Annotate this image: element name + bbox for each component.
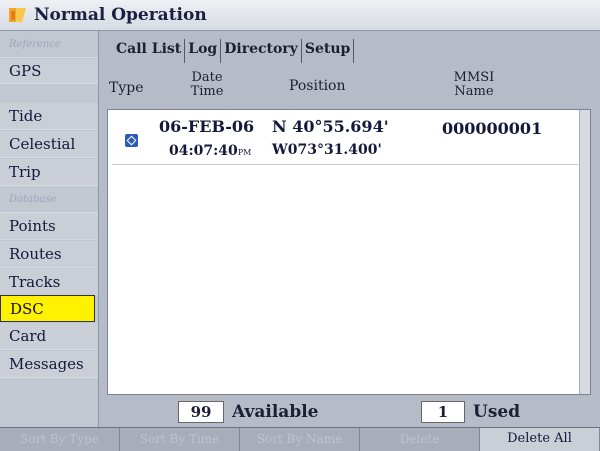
column-header-mmsi-name: MMSI Name — [444, 71, 504, 99]
position-latitude: N 40°55.694' — [272, 117, 389, 136]
tab-directory[interactable]: Directory — [221, 39, 302, 63]
column-header-date: Date — [191, 70, 223, 85]
sidebar-item-routes[interactable]: Routes — [0, 241, 98, 268]
column-header-name: Name — [454, 84, 494, 99]
sidebar-item-tracks[interactable]: Tracks — [0, 269, 98, 296]
dsc-call-icon — [125, 134, 138, 147]
sidebar-item-celestial[interactable]: Celestial — [0, 131, 98, 158]
available-count: 99 — [178, 401, 224, 423]
call-date: 06-FEB-06 — [159, 117, 255, 136]
column-header-position: Position — [289, 78, 346, 94]
column-header-type: Type — [109, 80, 144, 96]
title-bar: Normal Operation — [0, 0, 600, 31]
position-longitude: W073°31.400' — [272, 142, 382, 158]
column-header-date-time: Date Time — [177, 71, 237, 99]
call-list[interactable]: 06-FEB-06 04:07:40PM N 40°55.694' W073°3… — [107, 109, 591, 395]
sidebar-item-tide[interactable]: Tide — [0, 103, 98, 130]
tab-bar: Call List Log Directory Setup — [113, 39, 355, 63]
sidebar-item-dsc[interactable]: DSC — [0, 295, 95, 322]
used-count: 1 — [421, 401, 465, 423]
call-time: 04:07:40PM — [169, 143, 251, 159]
sort-by-time-button[interactable]: Sort By Time — [120, 428, 240, 451]
sidebar-item-card[interactable]: Card — [0, 323, 98, 350]
sort-by-type-button[interactable]: Sort By Type — [0, 428, 120, 451]
sidebar-item-gps[interactable]: GPS — [0, 59, 98, 84]
used-summary: 1 Used — [421, 401, 520, 423]
available-label: Available — [232, 402, 319, 422]
column-header-time: Time — [190, 84, 224, 99]
sort-by-name-button[interactable]: Sort By Name — [240, 428, 360, 451]
available-summary: 99 Available — [178, 401, 319, 423]
delete-button[interactable]: Delete — [360, 428, 480, 451]
call-time-value: 04:07:40 — [169, 143, 238, 159]
call-mmsi: 000000001 — [442, 119, 543, 138]
window-title: Normal Operation — [34, 5, 207, 25]
sidebar-header-database: Database — [0, 186, 98, 213]
sidebar: Reference GPS Tide Celestial Trip Databa… — [0, 31, 99, 427]
garmin-app-icon — [8, 5, 28, 25]
sidebar-item-trip[interactable]: Trip — [0, 159, 98, 186]
call-list-row[interactable]: 06-FEB-06 04:07:40PM N 40°55.694' W073°3… — [112, 114, 578, 165]
call-time-ampm: PM — [237, 148, 252, 157]
softkey-bar: Sort By Type Sort By Time Sort By Name D… — [0, 427, 600, 451]
used-label: Used — [473, 402, 521, 422]
tab-log[interactable]: Log — [185, 39, 222, 63]
column-header-mmsi: MMSI — [453, 70, 495, 85]
tab-call-list[interactable]: Call List — [113, 39, 186, 63]
sidebar-header-reference: Reference — [0, 31, 98, 58]
sidebar-item-points[interactable]: Points — [0, 213, 98, 240]
tab-setup[interactable]: Setup — [302, 39, 355, 63]
main-panel: Call List Log Directory Setup Type Date … — [99, 31, 600, 427]
list-scrollbar[interactable] — [579, 110, 590, 394]
sidebar-item-messages[interactable]: Messages — [0, 351, 98, 378]
delete-all-button[interactable]: Delete All — [480, 428, 600, 451]
